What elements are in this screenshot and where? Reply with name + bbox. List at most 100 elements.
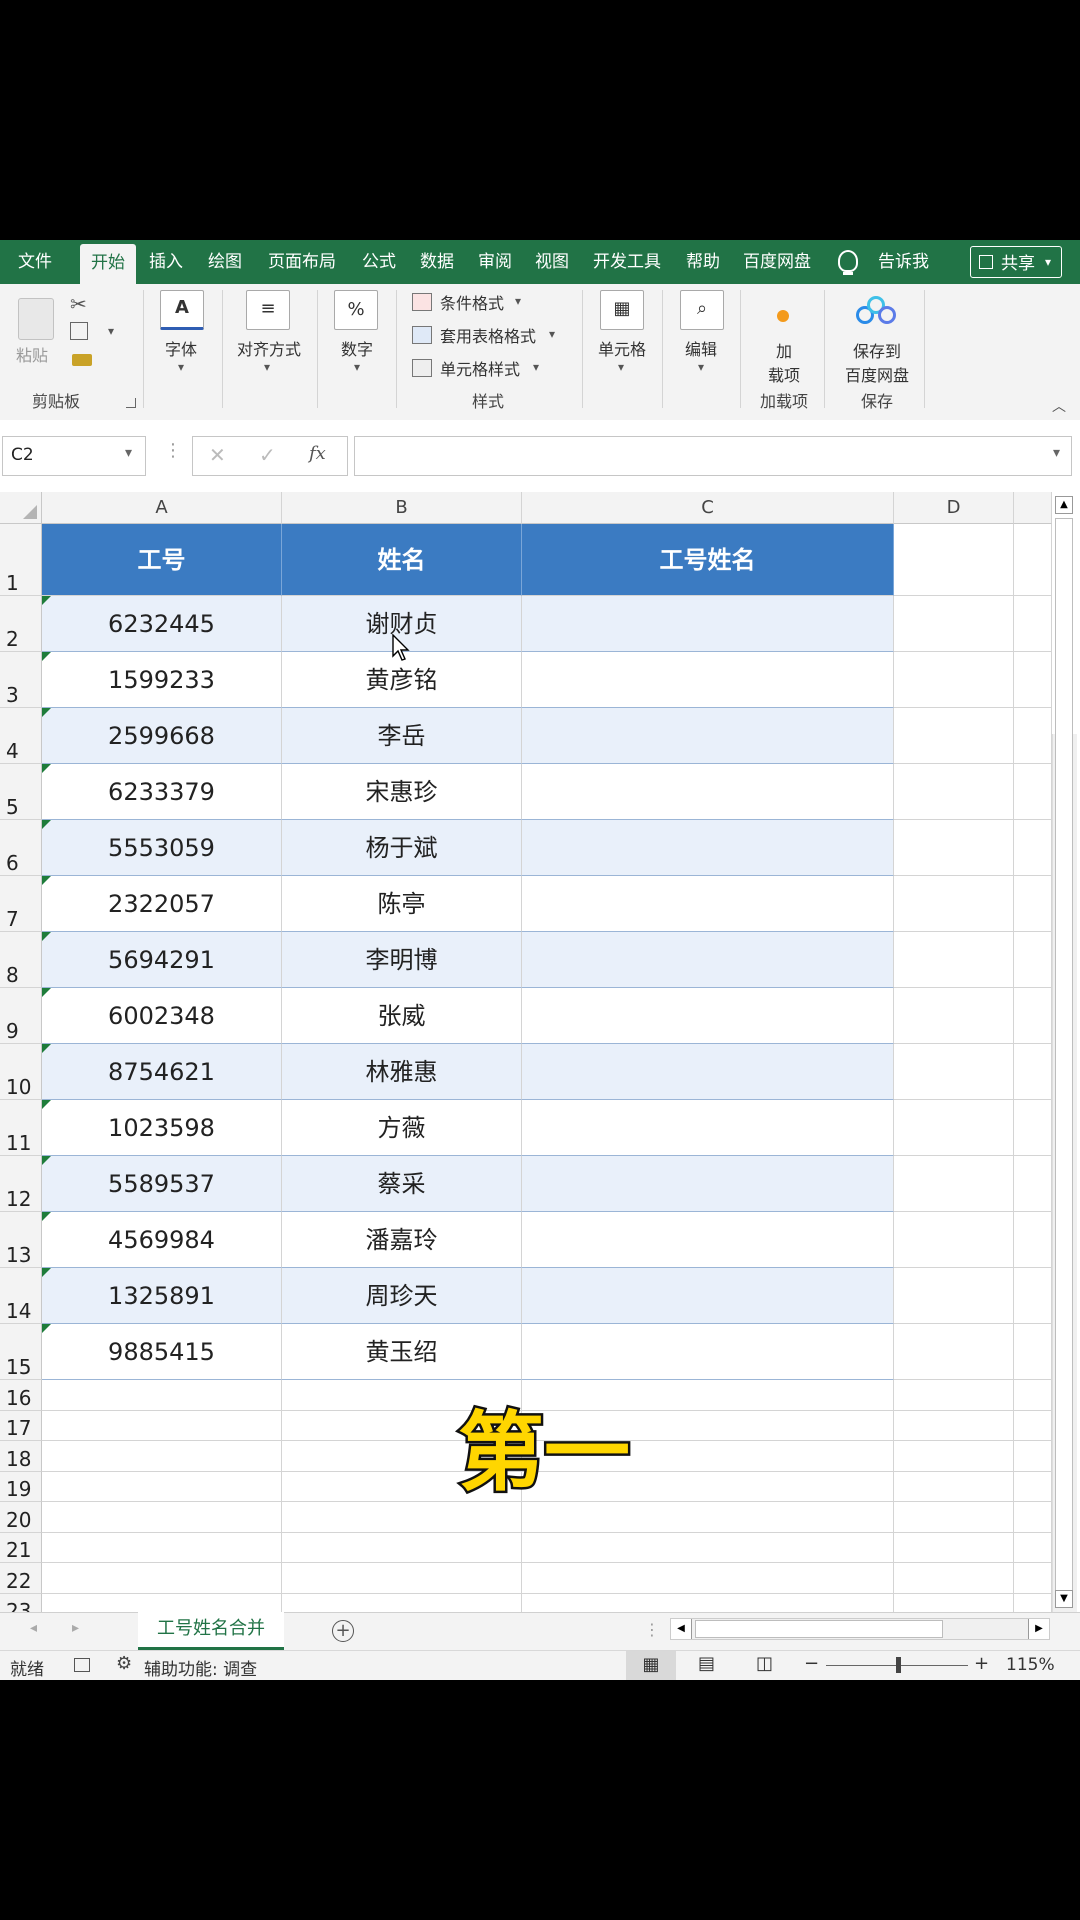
- cell-id-name[interactable]: [522, 1324, 894, 1380]
- cells-dropdown-icon[interactable]: ▾: [618, 360, 624, 374]
- grid-cell[interactable]: [1014, 1441, 1052, 1472]
- editing-label[interactable]: 编辑: [676, 336, 726, 360]
- row-header[interactable]: 16: [0, 1380, 42, 1411]
- row-header[interactable]: 9: [0, 988, 42, 1044]
- row-header[interactable]: 12: [0, 1156, 42, 1212]
- dialog-launcher-icon[interactable]: [126, 398, 136, 408]
- row-header[interactable]: 3: [0, 652, 42, 708]
- grid-cell[interactable]: [42, 1471, 282, 1502]
- tab-draw[interactable]: 绘图: [208, 240, 242, 284]
- cell-name[interactable]: 蔡采: [282, 1156, 522, 1212]
- cell-id-name[interactable]: [522, 1044, 894, 1100]
- cell-employee-id[interactable]: 4569984: [42, 1212, 282, 1268]
- grid-cell[interactable]: [282, 1563, 522, 1594]
- cell-id-name[interactable]: [522, 820, 894, 876]
- cell-style-button[interactable]: 单元格样式 ▾: [412, 356, 572, 380]
- collapse-ribbon-icon[interactable]: ︿: [1052, 396, 1066, 416]
- grid-cell[interactable]: [894, 1532, 1014, 1563]
- column-header-d[interactable]: D: [894, 492, 1014, 524]
- grid-cell[interactable]: [894, 1212, 1014, 1268]
- cell-employee-id[interactable]: 1023598: [42, 1100, 282, 1156]
- cell-employee-id[interactable]: 6233379: [42, 764, 282, 820]
- tab-formulas[interactable]: 公式: [362, 240, 396, 284]
- grid-cell[interactable]: [1014, 1471, 1052, 1502]
- tab-review[interactable]: 审阅: [478, 240, 512, 284]
- cell-id-name[interactable]: [522, 1156, 894, 1212]
- font-dropdown-icon[interactable]: ▾: [178, 360, 184, 374]
- cell-name[interactable]: 方薇: [282, 1100, 522, 1156]
- tab-page-layout[interactable]: 页面布局: [268, 240, 336, 284]
- grid-cell[interactable]: [894, 1324, 1014, 1380]
- tab-file[interactable]: 文件: [18, 240, 52, 284]
- grid-cell[interactable]: [894, 764, 1014, 820]
- tab-data[interactable]: 数据: [420, 240, 454, 284]
- cell-employee-id[interactable]: 6002348: [42, 988, 282, 1044]
- row-header[interactable]: 19: [0, 1471, 42, 1502]
- formula-input[interactable]: ▾: [354, 436, 1072, 476]
- tab-insert[interactable]: 插入: [149, 240, 183, 284]
- tab-view[interactable]: 视图: [535, 240, 569, 284]
- grid-cell[interactable]: [894, 1156, 1014, 1212]
- cell-employee-id[interactable]: 8754621: [42, 1044, 282, 1100]
- grid-cell[interactable]: [1014, 932, 1052, 988]
- row-header[interactable]: 14: [0, 1268, 42, 1324]
- grid-cell[interactable]: [1014, 1044, 1052, 1100]
- grid-cell[interactable]: [1014, 820, 1052, 876]
- cell-name[interactable]: 潘嘉玲: [282, 1212, 522, 1268]
- row-header[interactable]: 20: [0, 1502, 42, 1533]
- scroll-left-icon[interactable]: ◀: [671, 1619, 692, 1639]
- tell-me-search[interactable]: 告诉我: [878, 240, 929, 284]
- row-header[interactable]: 11: [0, 1100, 42, 1156]
- grid-cell[interactable]: [42, 1410, 282, 1441]
- scroll-up-icon[interactable]: ▲: [1055, 496, 1073, 514]
- row-header[interactable]: 6: [0, 820, 42, 876]
- tab-split-icon[interactable]: ⋮: [644, 1620, 660, 1639]
- cell-id-name[interactable]: [522, 1268, 894, 1324]
- cell-employee-id[interactable]: 6232445: [42, 596, 282, 652]
- cell-name[interactable]: 李明博: [282, 932, 522, 988]
- save-baidu-label-1[interactable]: 保存到: [834, 338, 920, 362]
- row-header[interactable]: 17: [0, 1410, 42, 1441]
- row-header[interactable]: 8: [0, 932, 42, 988]
- cell-name[interactable]: 黄玉绍: [282, 1324, 522, 1380]
- cell-employee-id[interactable]: 1599233: [42, 652, 282, 708]
- cell-employee-id[interactable]: 1325891: [42, 1268, 282, 1324]
- expand-formula-icon[interactable]: ▾: [1053, 445, 1060, 461]
- grid-cell[interactable]: [894, 1100, 1014, 1156]
- grid-cell[interactable]: [1014, 1502, 1052, 1533]
- grid-cell[interactable]: [894, 932, 1014, 988]
- insert-function-icon[interactable]: fx: [309, 443, 326, 464]
- grid-cell[interactable]: [1014, 1100, 1052, 1156]
- number-dropdown-icon[interactable]: ▾: [354, 360, 360, 374]
- grid-cell[interactable]: [42, 1380, 282, 1411]
- addin-label-1[interactable]: 加: [762, 338, 806, 362]
- cell-id-name[interactable]: [522, 932, 894, 988]
- cell-id-name[interactable]: [522, 988, 894, 1044]
- conditional-format-button[interactable]: 条件格式 ▾: [412, 290, 572, 314]
- grid-cell[interactable]: [894, 876, 1014, 932]
- cell-employee-id[interactable]: 9885415: [42, 1324, 282, 1380]
- name-box[interactable]: C2 ▾: [2, 436, 146, 476]
- grid-cell[interactable]: [1014, 1212, 1052, 1268]
- cells-label[interactable]: 单元格: [592, 336, 652, 360]
- column-header-c[interactable]: C: [522, 492, 894, 524]
- table-header-cell[interactable]: 工号姓名: [522, 524, 894, 596]
- cut-icon[interactable]: ✂: [70, 292, 87, 316]
- page-layout-view-icon[interactable]: ▤: [698, 1653, 715, 1674]
- cell-id-name[interactable]: [522, 652, 894, 708]
- zoom-out-icon[interactable]: −: [804, 1653, 819, 1674]
- grid-cell[interactable]: [1014, 596, 1052, 652]
- row-header[interactable]: 15: [0, 1324, 42, 1380]
- grid-cell[interactable]: [42, 1532, 282, 1563]
- grid-cell[interactable]: [1014, 652, 1052, 708]
- grid-cell[interactable]: [522, 1532, 894, 1563]
- save-baidu-label-2[interactable]: 百度网盘: [834, 362, 920, 386]
- grid-cell[interactable]: [894, 1044, 1014, 1100]
- align-icon[interactable]: ≡: [246, 290, 290, 330]
- grid-cell[interactable]: [894, 1410, 1014, 1441]
- grid-cell[interactable]: [1014, 1410, 1052, 1441]
- row-header[interactable]: 13: [0, 1212, 42, 1268]
- grid-cell[interactable]: [894, 1563, 1014, 1594]
- sheet-prev-icon[interactable]: ◂: [30, 1620, 37, 1636]
- grid-cell[interactable]: [894, 652, 1014, 708]
